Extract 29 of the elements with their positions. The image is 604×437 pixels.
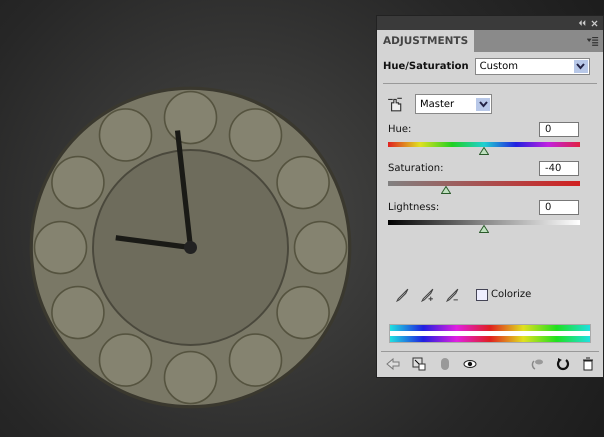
slider[interactable] [388, 181, 580, 194]
slider-label: Saturation: [388, 163, 444, 174]
value-field[interactable]: -40 [539, 161, 579, 176]
eyedropper-icon[interactable] [395, 287, 410, 302]
channel-dropdown[interactable]: Master [415, 94, 492, 114]
value-field[interactable]: 0 [539, 122, 579, 137]
slider-label: Lightness: [388, 202, 440, 213]
eyedropper-minus-icon[interactable] [445, 287, 460, 302]
adjustment-title: Hue/Saturation [383, 61, 469, 72]
collapse-icon[interactable] [576, 18, 586, 28]
eyedropper-plus-icon[interactable] [420, 287, 435, 302]
caret-icon [478, 100, 488, 108]
resize-icon[interactable] [412, 357, 426, 371]
menu-icon[interactable] [587, 34, 599, 46]
eye-icon[interactable] [463, 357, 478, 371]
value-field[interactable]: 0 [539, 200, 579, 215]
hand-icon[interactable] [387, 96, 403, 112]
caret-icon [576, 63, 586, 70]
panel-tab[interactable]: ADJUSTMENTS [377, 30, 474, 52]
slider[interactable] [388, 220, 580, 233]
trash-icon[interactable] [580, 357, 595, 371]
preset-dropdown[interactable]: Custom [474, 58, 590, 75]
reset-icon[interactable] [556, 357, 570, 371]
back-arrow-icon[interactable] [385, 357, 401, 371]
slider-label: Hue: [388, 124, 412, 135]
colorize-label: Colorize [491, 289, 532, 300]
slider[interactable] [388, 142, 580, 155]
colorize-checkbox[interactable] [476, 288, 488, 300]
close-icon[interactable] [590, 18, 599, 28]
